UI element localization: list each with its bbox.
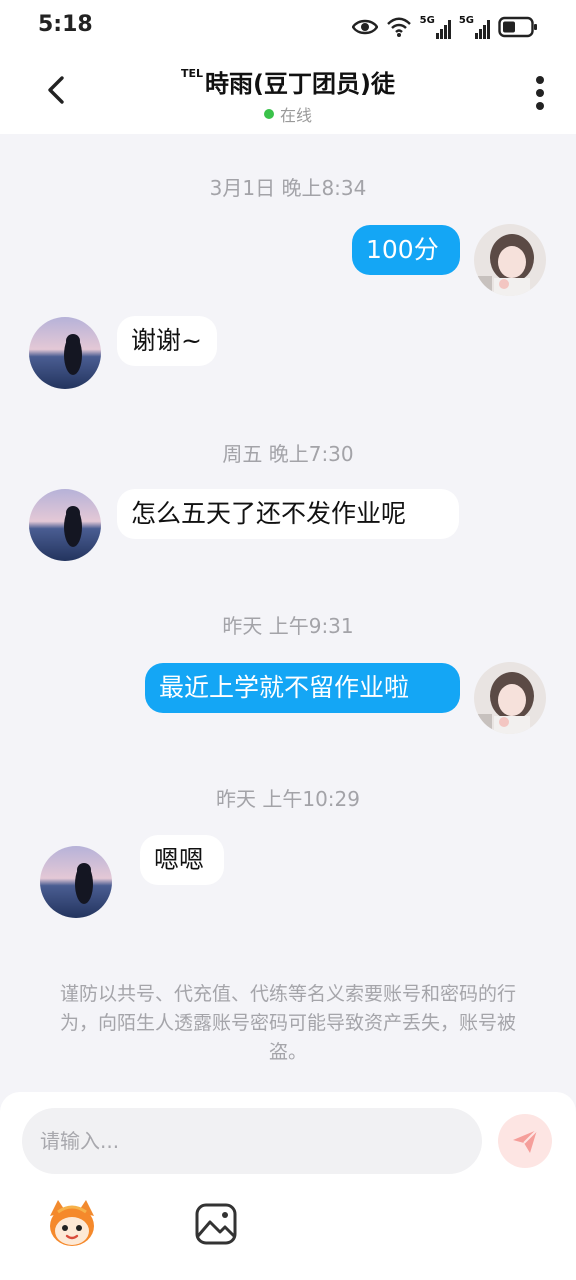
incoming-message[interactable]: 嗯嗯	[140, 835, 224, 885]
eye-icon	[351, 19, 378, 35]
chat-header: TEL 時雨(豆丁团员)徒 在线	[0, 54, 576, 134]
my-avatar[interactable]	[474, 224, 546, 296]
incoming-message[interactable]: 怎么五天了还不发作业呢	[117, 489, 459, 539]
timestamp: 周五 晚上7:30	[222, 442, 354, 466]
timestamp: 昨天 上午9:31	[222, 614, 354, 638]
contact-avatar[interactable]	[29, 489, 101, 561]
image-icon[interactable]	[194, 1202, 238, 1246]
outgoing-message[interactable]: 100分	[352, 225, 460, 275]
my-avatar[interactable]	[474, 662, 546, 734]
online-status-text: 在线	[279, 106, 312, 125]
send-button[interactable]	[498, 1114, 552, 1168]
input-bar	[0, 1092, 576, 1280]
network-label-1: 5G	[419, 15, 435, 26]
wifi-icon	[386, 17, 411, 37]
contact-avatar[interactable]	[29, 317, 101, 389]
status-icons: 5G 5G	[351, 12, 538, 42]
status-bar: 5:18 5G 5G	[0, 0, 576, 54]
network-label-2: 5G	[458, 15, 474, 26]
timestamp: 3月1日 晚上8:34	[209, 176, 367, 200]
signal-5g-2-icon: 5G	[459, 15, 490, 39]
online-status: 在线	[0, 102, 576, 126]
contact-name-text: 時雨(豆丁团员)徒	[205, 70, 395, 98]
send-icon	[513, 1129, 538, 1153]
online-dot-icon	[263, 109, 274, 119]
status-time: 5:18	[38, 12, 93, 37]
outgoing-message[interactable]: 最近上学就不留作业啦	[145, 663, 460, 713]
signal-5g-1-icon: 5G	[420, 15, 451, 39]
emoji-mascot-icon[interactable]	[44, 1196, 100, 1252]
safety-notice: 谨防以共号、代充值、代练等名义索要账号和密码的行为，向陌生人透露账号密码可能导致…	[59, 983, 516, 1063]
incoming-message[interactable]: 谢谢~	[117, 316, 217, 366]
contact-name[interactable]: TEL 時雨(豆丁团员)徒	[181, 64, 395, 99]
contact-avatar[interactable]	[40, 846, 112, 918]
battery-icon	[498, 16, 537, 38]
timestamp: 昨天 上午10:29	[216, 787, 360, 811]
header-title-block: TEL 時雨(豆丁团员)徒 在线	[0, 62, 576, 126]
tel-badge: TEL	[181, 67, 204, 80]
message-input[interactable]	[22, 1108, 482, 1174]
more-options-icon[interactable]	[534, 74, 546, 114]
